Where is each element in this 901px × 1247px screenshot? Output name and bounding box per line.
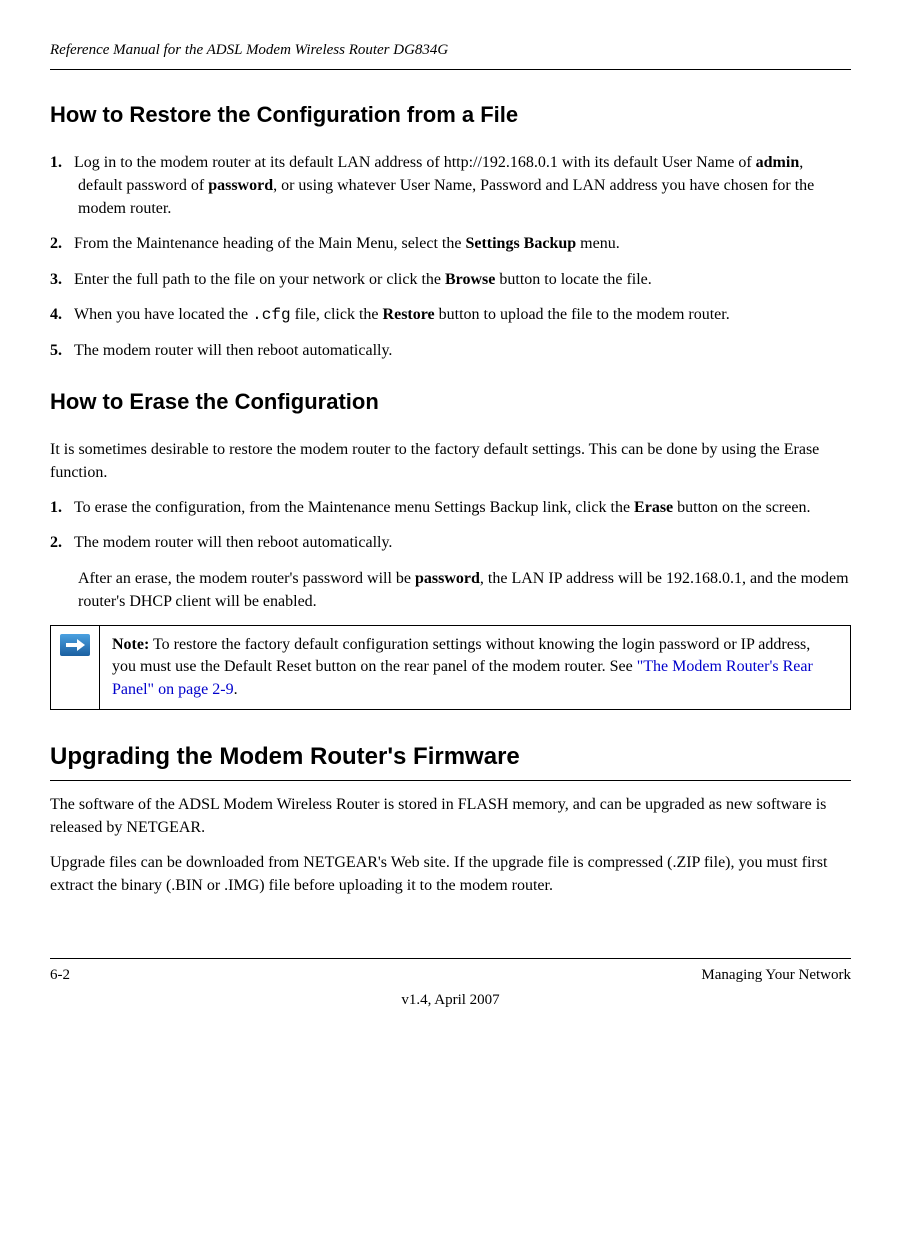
footer-version: v1.4, April 2007 xyxy=(50,990,851,1011)
arrow-icon xyxy=(60,634,90,656)
bold-text: Restore xyxy=(383,306,435,323)
code-text: .cfg xyxy=(252,306,290,324)
step-text: The modem router will then reboot automa… xyxy=(74,534,392,551)
step-number: 2. xyxy=(50,232,74,255)
heading-restore-config: How to Restore the Configuration from a … xyxy=(50,100,851,131)
footer-section-title: Managing Your Network xyxy=(701,965,851,986)
firmware-paragraph-2: Upgrade files can be downloaded from NET… xyxy=(50,851,851,897)
list-item: 5.The modem router will then reboot auto… xyxy=(50,339,851,362)
note-icon-cell xyxy=(51,626,100,709)
bold-text: admin xyxy=(756,154,800,171)
note-text: Note: To restore the factory default con… xyxy=(100,626,850,709)
step-number: 1. xyxy=(50,151,74,174)
step-number: 5. xyxy=(50,339,74,362)
page-number: 6-2 xyxy=(50,965,70,986)
step-text: file, click the xyxy=(291,306,383,323)
heading-upgrading-firmware: Upgrading the Modem Router's Firmware xyxy=(50,740,851,781)
list-item: 4.When you have located the .cfg file, c… xyxy=(50,303,851,327)
step-text: Enter the full path to the file on your … xyxy=(74,271,445,288)
note-box: Note: To restore the factory default con… xyxy=(50,625,851,710)
intro-paragraph: It is sometimes desirable to restore the… xyxy=(50,438,851,484)
list-item: 1.To erase the configuration, from the M… xyxy=(50,496,851,519)
step-text: To erase the configuration, from the Mai… xyxy=(74,499,634,516)
list-item: 2.From the Maintenance heading of the Ma… xyxy=(50,232,851,255)
step-text: button to upload the file to the modem r… xyxy=(435,306,730,323)
bold-text: password xyxy=(208,177,273,194)
step-text: The modem router will then reboot automa… xyxy=(74,342,392,359)
paragraph-text: After an erase, the modem router's passw… xyxy=(78,570,415,587)
bold-text: Erase xyxy=(634,499,673,516)
step-number: 2. xyxy=(50,531,74,554)
step-text: From the Maintenance heading of the Main… xyxy=(74,235,465,252)
firmware-paragraph-1: The software of the ADSL Modem Wireless … xyxy=(50,793,851,839)
step-text: button to locate the file. xyxy=(495,271,651,288)
restore-steps-list: 1.Log in to the modem router at its defa… xyxy=(50,151,851,362)
list-item: 2.The modem router will then reboot auto… xyxy=(50,531,851,554)
step-text: Log in to the modem router at its defaul… xyxy=(74,154,756,171)
note-label: Note: xyxy=(112,636,149,653)
step-number: 1. xyxy=(50,496,74,519)
bold-text: Settings Backup xyxy=(465,235,576,252)
erase-steps-list: 1.To erase the configuration, from the M… xyxy=(50,496,851,554)
page-header: Reference Manual for the ADSL Modem Wire… xyxy=(50,40,851,70)
bold-text: password xyxy=(415,570,480,587)
step-text: button on the screen. xyxy=(673,499,810,516)
step-text: When you have located the xyxy=(74,306,252,323)
list-item: 3.Enter the full path to the file on you… xyxy=(50,268,851,291)
page-footer: 6-2 Managing Your Network xyxy=(50,958,851,986)
after-erase-paragraph: After an erase, the modem router's passw… xyxy=(50,567,851,613)
bold-text: Browse xyxy=(445,271,495,288)
note-body: . xyxy=(234,681,238,698)
heading-erase-config: How to Erase the Configuration xyxy=(50,387,851,418)
list-item: 1.Log in to the modem router at its defa… xyxy=(50,151,851,221)
step-number: 3. xyxy=(50,268,74,291)
step-number: 4. xyxy=(50,303,74,326)
step-text: menu. xyxy=(576,235,620,252)
